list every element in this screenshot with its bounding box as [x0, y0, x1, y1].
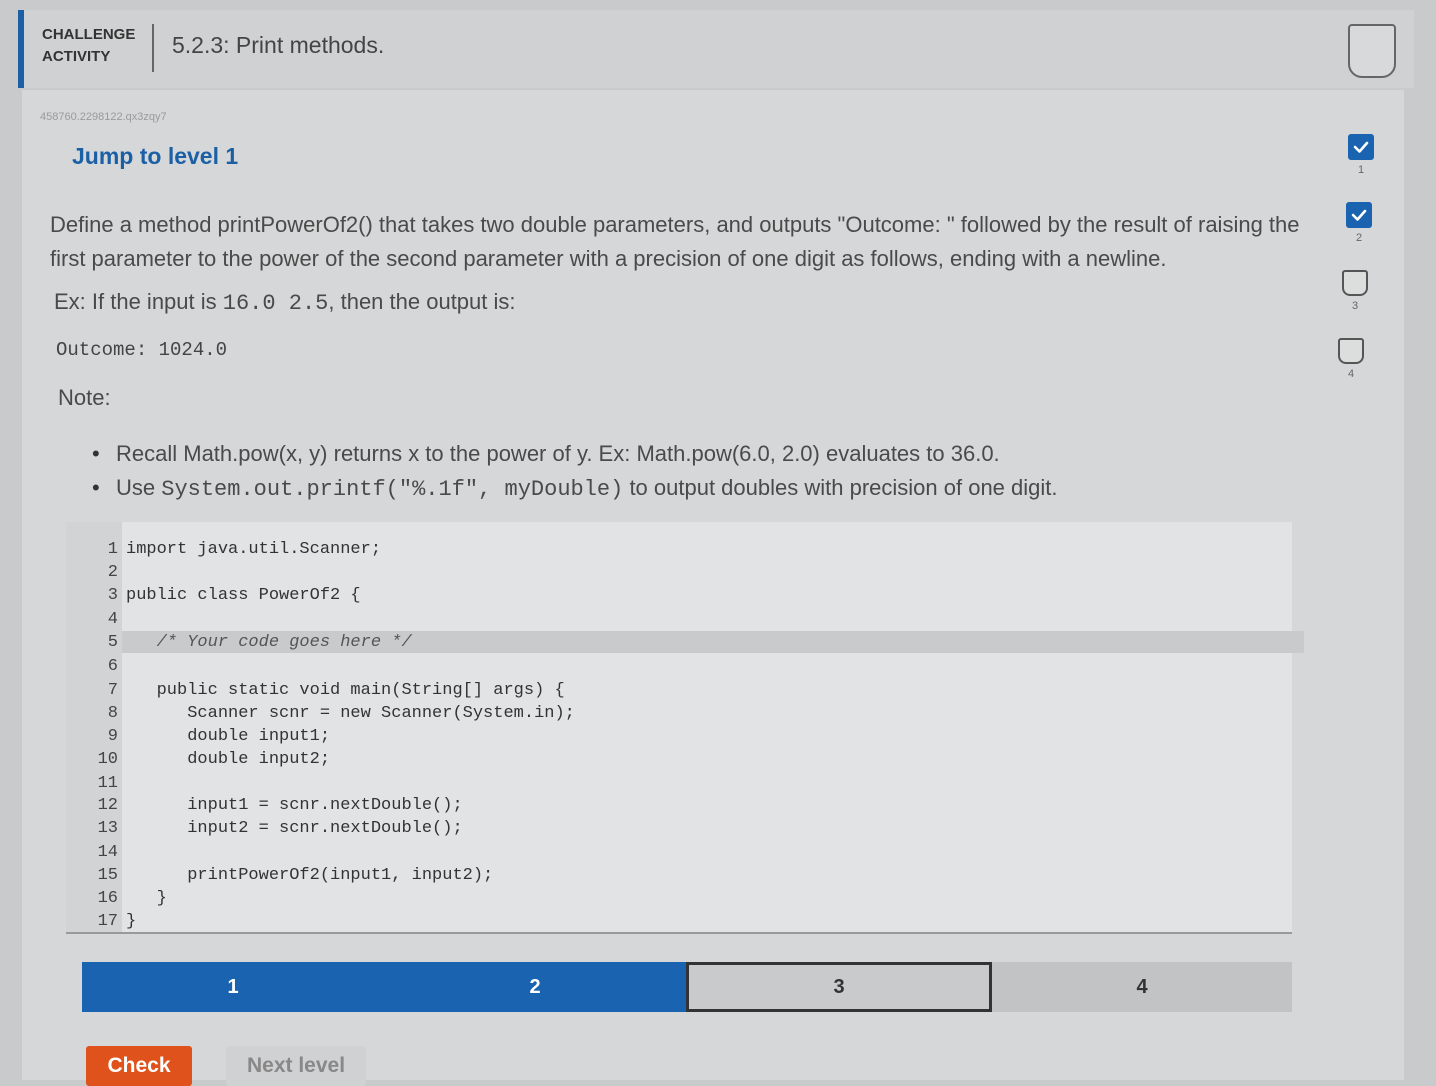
level-label: 2: [529, 975, 541, 998]
code-line[interactable]: 8 Scanner scnr = new Scanner(System.in);: [66, 702, 575, 725]
level-progress-bar: 1 2 3 4: [82, 962, 1292, 1012]
note-item-2-code: System.out.printf("%.1f", myDouble): [161, 477, 624, 502]
line-number: 10: [97, 750, 118, 769]
next-level-button[interactable]: Next level: [226, 1046, 366, 1086]
challenge-activity-label: CHALLENGE ACTIVITY: [42, 24, 142, 68]
code-line[interactable]: 9 double input1;: [66, 725, 330, 748]
line-number: 12: [97, 796, 118, 815]
problem-description: Define a method printPowerOf2() that tak…: [50, 212, 1300, 271]
code-text: public static void main(String[] args) {: [126, 681, 565, 700]
code-text: printPowerOf2(input1, input2);: [126, 866, 494, 885]
line-number: 11: [97, 774, 118, 793]
line-number: 5: [107, 633, 118, 652]
line-number: 13: [97, 819, 118, 838]
code-line[interactable]: 14: [66, 841, 126, 864]
note-item: Recall Math.pow(x, y) returns x to the p…: [92, 437, 1058, 471]
line-number: 8: [107, 704, 118, 723]
code-text: input2 = scnr.nextDouble();: [126, 819, 463, 838]
note-item-1-text: Recall Math.pow(x, y) returns x to the p…: [116, 441, 1000, 466]
note-item: Use System.out.printf("%.1f", myDouble) …: [92, 471, 1058, 507]
code-text: public class PowerOf2 {: [126, 586, 361, 605]
line-number: 14: [97, 843, 118, 862]
code-line[interactable]: 15 printPowerOf2(input1, input2);: [66, 864, 494, 887]
line-number: 2: [107, 563, 118, 582]
code-line[interactable]: 1 import java.util.Scanner;: [66, 538, 381, 561]
progress-step-number: 2: [1355, 232, 1363, 244]
level-3-segment[interactable]: 3: [686, 962, 992, 1012]
code-text: }: [126, 912, 137, 931]
progress-step-number: 1: [1357, 164, 1365, 176]
code-line[interactable]: 5 /* Your code goes here */: [66, 631, 412, 654]
level-label: 3: [833, 975, 845, 998]
progress-step-number: 3: [1351, 300, 1359, 312]
example-output: Outcome: 1024.0: [56, 339, 228, 361]
code-line[interactable]: 16 }: [66, 887, 167, 910]
example-text: Ex: If the input is 16.0 2.5, then the o…: [54, 289, 516, 316]
code-line[interactable]: 11: [66, 772, 126, 795]
line-number: 16: [97, 889, 118, 908]
line-number: 17: [97, 912, 118, 931]
checkmark-icon: [1348, 134, 1374, 160]
code-editor[interactable]: 1 import java.util.Scanner; 2 3 public class…: [66, 522, 1304, 934]
line-number: 15: [97, 866, 118, 885]
label-line-1: CHALLENGE: [42, 26, 136, 43]
code-text: }: [126, 889, 167, 908]
level-4-segment[interactable]: 4: [992, 962, 1292, 1012]
note-item-2-prefix: Use: [116, 475, 162, 500]
label-line-2: ACTIVITY: [42, 48, 111, 65]
example-suffix: , then the output is:: [328, 289, 516, 314]
line-number: 1: [107, 540, 118, 559]
code-text: double input1;: [126, 727, 331, 746]
activity-header: CHALLENGE ACTIVITY 5.2.3: Print methods.: [18, 10, 1414, 88]
line-number: 9: [107, 727, 118, 746]
progress-step-2[interactable]: 2: [1344, 202, 1374, 244]
code-line[interactable]: 10 double input2;: [66, 748, 330, 771]
level-2-segment[interactable]: 2: [384, 962, 686, 1012]
level-label: 4: [1136, 975, 1148, 998]
progress-step-number: 4: [1347, 368, 1355, 380]
code-line[interactable]: 6: [66, 655, 126, 678]
line-number: 6: [107, 657, 118, 676]
level-1-segment[interactable]: 1: [82, 962, 384, 1012]
code-text: import java.util.Scanner;: [126, 540, 382, 559]
code-line[interactable]: 3 public class PowerOf2 {: [66, 584, 361, 607]
code-text: /* Your code goes here */: [126, 633, 412, 652]
note-list: Recall Math.pow(x, y) returns x to the p…: [92, 437, 1058, 507]
progress-step-1[interactable]: 1: [1346, 134, 1376, 176]
level-label: 1: [227, 975, 239, 998]
line-number: 7: [107, 681, 118, 700]
code-line[interactable]: 13 input2 = scnr.nextDouble();: [66, 817, 463, 840]
code-line[interactable]: 2: [66, 561, 126, 584]
code-text: Scanner scnr = new Scanner(System.in);: [126, 704, 575, 723]
example-input: 16.0 2.5: [222, 291, 329, 316]
code-text: double input2;: [126, 750, 331, 769]
activity-id: 458760.2298122.qx3zqy7: [40, 111, 167, 123]
checkmark-icon: [1346, 202, 1372, 228]
empty-checkbox-icon: [1342, 270, 1368, 296]
progress-step-3[interactable]: 3: [1340, 270, 1370, 312]
note-item-2-suffix: to output doubles with precision of one …: [623, 475, 1058, 500]
note-label: Note:: [58, 385, 111, 410]
line-number: 4: [107, 610, 118, 629]
check-button[interactable]: Check: [86, 1046, 192, 1086]
code-line[interactable]: 12 input1 = scnr.nextDouble();: [66, 794, 463, 817]
empty-checkbox-icon: [1338, 338, 1364, 364]
header-divider: [152, 24, 154, 72]
line-number: 3: [107, 586, 118, 605]
example-prefix: Ex: If the input is: [54, 289, 223, 314]
code-line[interactable]: 7 public static void main(String[] args)…: [66, 679, 565, 702]
activity-completion-icon: [1348, 24, 1396, 78]
activity-title: 5.2.3: Print methods.: [172, 32, 385, 58]
code-line[interactable]: 4: [66, 608, 126, 631]
code-line[interactable]: 17}: [66, 910, 137, 933]
code-text: input1 = scnr.nextDouble();: [126, 796, 463, 815]
progress-step-4[interactable]: 4: [1336, 338, 1366, 380]
jump-to-level-link[interactable]: Jump to level 1: [72, 143, 238, 170]
